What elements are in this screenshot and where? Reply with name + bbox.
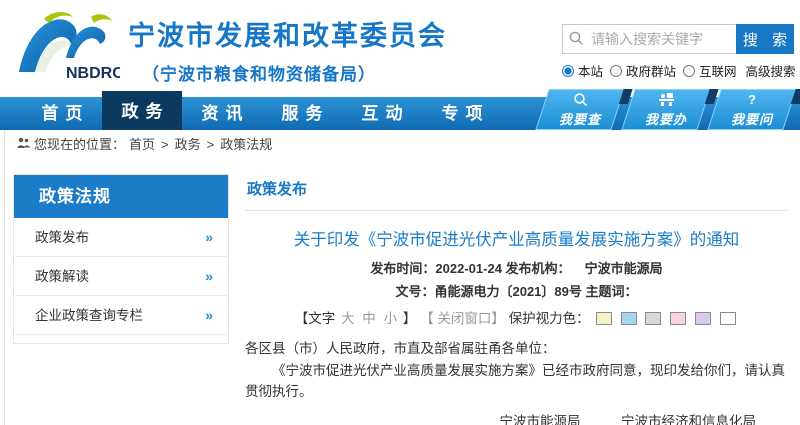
font-size-medium-link[interactable]: 中 xyxy=(362,311,376,326)
nav-item-special[interactable]: 专项 xyxy=(422,97,502,130)
site-header: NBDRC 宁波市发展和改革委员会 （宁波市粮食和物资储备局） 搜 索 本站 政… xyxy=(0,0,800,97)
sidebar-item-enterprise-policy[interactable]: 企业政策查询专栏 » xyxy=(15,296,227,335)
article-title: 关于印发《宁波市促进光伏产业高质量发展实施方案》的通知 xyxy=(245,226,788,250)
scope-label-gov[interactable]: 政府群站 xyxy=(626,61,676,80)
breadcrumb-government[interactable]: 政务 xyxy=(175,130,201,160)
chevron-right-icon: » xyxy=(205,257,213,296)
advanced-search-link[interactable]: 高级搜索 xyxy=(746,61,796,80)
bridge-logo-icon: NBDRC xyxy=(16,6,120,82)
scope-label-site[interactable]: 本站 xyxy=(578,61,603,80)
breadcrumb-policy[interactable]: 政策法规 xyxy=(220,130,272,160)
i-want-to-handle-button[interactable]: 我要办 xyxy=(621,89,710,130)
eye-color-swatch-blue[interactable] xyxy=(621,312,637,325)
chevron-right-icon: » xyxy=(205,296,213,335)
nav-item-services[interactable]: 服务 xyxy=(262,97,342,130)
quick-buttons: 我要查 我要办 ? 我要问 xyxy=(542,89,790,130)
close-window-link[interactable]: 【 关闭窗口】 xyxy=(420,311,505,326)
section-title: 政策发布 xyxy=(245,174,788,211)
salutation-paragraph: 各区县（市）人民政府，市直及部省属驻甬各单位： xyxy=(245,338,788,360)
chevron-right-icon: » xyxy=(205,218,213,257)
sidebar-title: 政策法规 xyxy=(14,175,228,218)
svg-text:NBDRC: NBDRC xyxy=(66,65,120,82)
eye-color-swatch-gray[interactable] xyxy=(645,312,661,325)
article-panel: 政策发布 关于印发《宁波市促进光伏产业高质量发展实施方案》的通知 发布时间：20… xyxy=(229,174,794,425)
eye-color-swatch-white[interactable] xyxy=(720,312,736,325)
breadcrumb-home[interactable]: 首页 xyxy=(129,130,155,160)
policy-sidebar: 政策法规 政策发布 » 政策解读 » 企业政策查询专栏 » xyxy=(13,174,229,344)
meta-tools-line: 【文字 大 中 小 】 【 关闭窗口】 保护视力色： xyxy=(245,307,788,327)
article-body: 各区县（市）人民政府，市直及部省属驻甬各单位： 《宁波市促进光伏产业高质量发展实… xyxy=(245,338,788,403)
page-body: 您现在的位置： 首页 > 政务 > 政策法规 政策法规 政策发布 » 政策解读 … xyxy=(4,130,800,425)
search-input[interactable] xyxy=(562,24,736,54)
service-desk-icon xyxy=(658,92,675,108)
main-paragraph: 《宁波市促进光伏产业高质量发展实施方案》已经市政府同意，现印发给你们，请认真贯彻… xyxy=(245,360,788,403)
font-size-large-link[interactable]: 大 xyxy=(341,311,355,326)
breadcrumb: 您现在的位置： 首页 > 政务 > 政策法规 xyxy=(5,130,800,160)
breadcrumb-prefix: 您现在的位置： xyxy=(34,130,125,160)
signature-block: 宁波市能源局 宁波市经济和信息化局 宁波市财政局 宁波市住房和城乡建设局 宁波市… xyxy=(245,411,788,425)
font-size-small-link[interactable]: 小 xyxy=(384,311,398,326)
signature-line: 宁波市能源局 宁波市经济和信息化局 xyxy=(245,411,756,425)
search-area: 搜 索 本站 政府群站 互联网 高级搜索 xyxy=(562,24,794,80)
search-button[interactable]: 搜 索 xyxy=(736,24,794,54)
nbdrc-logo: NBDRC xyxy=(16,6,120,87)
search-icon xyxy=(569,31,584,51)
main-navbar: 首页 政务 资讯 服务 互动 专项 我要查 我要办 ? 我要问 xyxy=(0,97,800,130)
nav-item-interaction[interactable]: 互动 xyxy=(342,97,422,130)
sidebar-item-policy-interpretation[interactable]: 政策解读 » xyxy=(15,257,227,296)
eye-color-swatch-yellow[interactable] xyxy=(596,312,612,325)
meta-docno-line: 文号：甬能源电力〔2021〕89号 主题词： xyxy=(245,281,788,300)
site-title: 宁波市发展和改革委员会 xyxy=(128,14,447,53)
i-want-to-ask-button[interactable]: ? 我要问 xyxy=(707,89,796,130)
scope-label-internet[interactable]: 互联网 xyxy=(699,61,737,80)
nav-item-government[interactable]: 政务 xyxy=(102,91,182,130)
scope-radio-gov[interactable] xyxy=(610,65,622,77)
nav-item-home[interactable]: 首页 xyxy=(22,97,102,130)
meta-publish-line: 发布时间：2022-01-24 发布机构：宁波市能源局 xyxy=(245,258,788,277)
question-mark-icon: ? xyxy=(748,92,756,108)
i-want-to-search-button[interactable]: 我要查 xyxy=(535,89,624,130)
eye-color-swatch-pink[interactable] xyxy=(670,312,686,325)
sidebar-item-policy-release[interactable]: 政策发布 » xyxy=(15,218,227,257)
location-icon xyxy=(17,130,30,160)
eye-color-swatch-purple[interactable] xyxy=(695,312,711,325)
scope-radio-site[interactable] xyxy=(562,65,574,77)
magnifier-icon xyxy=(573,92,588,108)
scope-radio-internet[interactable] xyxy=(683,65,695,77)
nav-item-news[interactable]: 资讯 xyxy=(182,97,262,130)
site-subtitle: （宁波市粮食和物资储备局） xyxy=(128,60,447,85)
